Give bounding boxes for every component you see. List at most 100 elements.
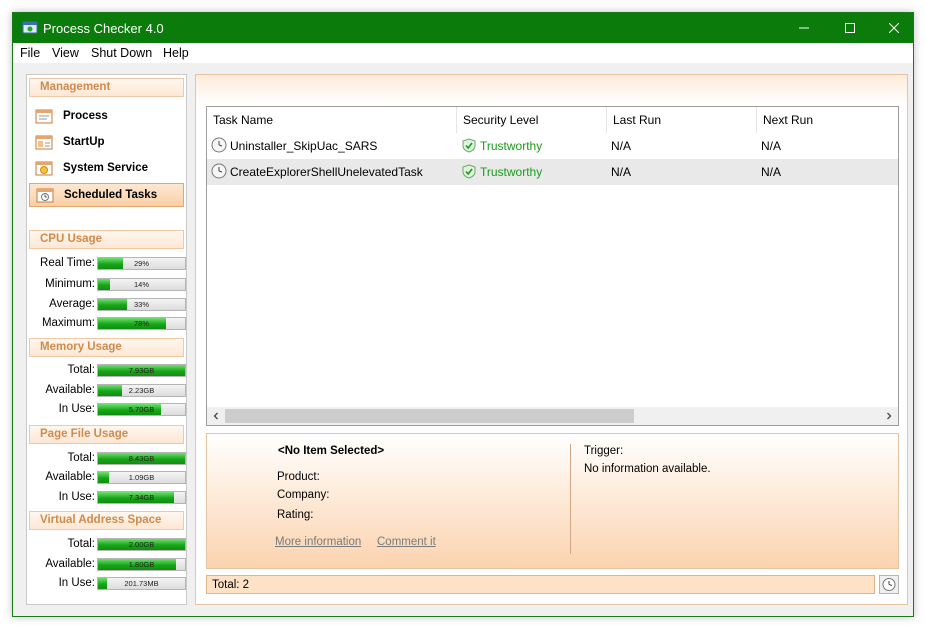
left-sidebar: Management Process StartUp System Servic… — [26, 74, 187, 605]
scroll-thumb[interactable] — [225, 409, 634, 423]
next-run: N/A — [761, 165, 782, 179]
progress-bar: 7.34GB — [97, 491, 186, 504]
nav-scheduled-tasks[interactable]: Scheduled Tasks — [29, 183, 184, 207]
stat-label: Average: — [49, 298, 95, 310]
nav-startup-label: StartUp — [63, 136, 105, 148]
cpu-minimum-row: Minimum: 14% — [27, 277, 186, 293]
menu-bar: File View Shut Down Help — [13, 43, 913, 63]
security-level: Trustworthy — [480, 139, 543, 153]
chevron-right-icon — [887, 412, 892, 420]
vas-available-row: Available: 1.80GB — [27, 557, 186, 573]
startup-icon — [35, 135, 53, 150]
cpu-average-row: Average: 33% — [27, 297, 186, 313]
memory-usage-header: Memory Usage — [29, 338, 184, 357]
minimize-icon — [799, 27, 809, 29]
progress-bar: 29% — [97, 257, 186, 270]
vas-total-row: Total: 2.00GB — [27, 537, 186, 553]
memory-available-row: Available: 2.23GB — [27, 383, 186, 399]
progress-bar: 33% — [97, 298, 186, 311]
progress-bar: 7.93GB — [97, 364, 186, 377]
stat-label: Real Time: — [40, 257, 95, 269]
scroll-left-button[interactable] — [207, 407, 225, 425]
horizontal-scrollbar[interactable] — [207, 407, 898, 425]
total-count: Total: 2 — [212, 579, 250, 591]
clock-icon — [211, 163, 227, 179]
page-file-usage-header: Page File Usage — [29, 425, 184, 444]
rating-label: Rating: — [277, 509, 314, 521]
menu-file[interactable]: File — [20, 46, 40, 60]
clock-icon — [211, 137, 227, 153]
stat-label: Total: — [67, 452, 96, 464]
security-level: Trustworthy — [480, 165, 543, 179]
stat-label: In Use: — [58, 491, 95, 503]
menu-view[interactable]: View — [52, 46, 79, 60]
progress-bar: 8.43GB — [97, 452, 186, 465]
stat-label: In Use: — [58, 403, 95, 415]
app-icon — [22, 21, 38, 34]
maximize-button[interactable] — [827, 13, 873, 43]
stat-label: Available: — [45, 471, 95, 483]
nav-scheduled-tasks-label: Scheduled Tasks — [64, 189, 158, 201]
stat-label: In Use: — [58, 577, 95, 589]
tasks-list[interactable]: Task Name Security Level Last Run Next R… — [206, 106, 899, 426]
last-run: N/A — [611, 139, 632, 153]
last-run: N/A — [611, 165, 632, 179]
menu-shut-down[interactable]: Shut Down — [91, 46, 152, 60]
stat-label: Minimum: — [45, 278, 95, 290]
nav-system-service[interactable]: System Service — [29, 157, 184, 181]
column-header-last-run[interactable]: Last Run — [607, 107, 757, 133]
trigger-label: Trigger: — [584, 445, 624, 457]
column-header-security-level[interactable]: Security Level — [457, 107, 607, 133]
maximize-icon — [845, 23, 855, 33]
nav-system-service-label: System Service — [63, 162, 149, 174]
status-bar: Total: 2 — [206, 575, 875, 594]
management-header: Management — [29, 78, 184, 97]
schedule-button[interactable] — [879, 575, 899, 594]
memory-in-use-row: In Use: 5.70GB — [27, 402, 186, 418]
pagefile-in-use-row: In Use: 7.34GB — [27, 490, 186, 506]
progress-bar: 1.09GB — [97, 471, 186, 484]
nav-startup[interactable]: StartUp — [29, 131, 184, 155]
progress-bar: 2.23GB — [97, 384, 186, 397]
divider — [570, 444, 571, 554]
minimize-button[interactable] — [781, 13, 827, 43]
product-label: Product: — [277, 471, 320, 483]
shield-icon — [462, 164, 476, 179]
table-row[interactable]: Uninstaller_SkipUac_SARS Trustworthy N/A… — [207, 133, 898, 159]
close-icon — [889, 23, 899, 33]
pagefile-available-row: Available: 1.09GB — [27, 470, 186, 486]
details-pane: <No Item Selected> Product: Company: Rat… — [206, 433, 899, 569]
memory-total-row: Total: 7.93GB — [27, 363, 186, 379]
menu-help[interactable]: Help — [163, 46, 189, 60]
progress-bar: 5.70GB — [97, 403, 186, 416]
column-header-task-name[interactable]: Task Name — [207, 107, 457, 133]
pagefile-total-row: Total: 8.43GB — [27, 451, 186, 467]
title-bar[interactable]: Process Checker 4.0 — [13, 13, 913, 43]
trigger-value: No information available. — [584, 463, 711, 475]
progress-bar: 1.80GB — [97, 558, 186, 571]
scheduled-tasks-icon — [36, 188, 54, 203]
stat-label: Available: — [45, 384, 95, 396]
system-service-icon — [35, 161, 53, 176]
clock-icon — [882, 578, 896, 591]
main-panel: Task Name Security Level Last Run Next R… — [195, 74, 908, 605]
comment-it-link[interactable]: Comment it — [377, 536, 436, 548]
nav-process[interactable]: Process — [29, 105, 184, 129]
progress-bar: 14% — [97, 278, 186, 291]
stat-label: Total: — [67, 364, 96, 376]
task-name: CreateExplorerShellUnelevatedTask — [230, 165, 423, 179]
vas-in-use-row: In Use: 201.73MB — [27, 576, 186, 592]
progress-bar: 2.00GB — [97, 538, 186, 551]
virtual-address-space-header: Virtual Address Space — [29, 511, 184, 530]
stat-label: Total: — [67, 538, 96, 550]
scroll-right-button[interactable] — [880, 407, 898, 425]
cpu-usage-header: CPU Usage — [29, 230, 184, 249]
more-information-link[interactable]: More information — [275, 536, 361, 548]
stat-label: Available: — [45, 558, 95, 570]
selected-item-title: <No Item Selected> — [278, 445, 385, 457]
window-title: Process Checker 4.0 — [43, 21, 164, 36]
column-header-next-run[interactable]: Next Run — [757, 107, 898, 133]
close-button[interactable] — [871, 13, 917, 43]
chevron-left-icon — [213, 412, 218, 420]
table-row[interactable]: CreateExplorerShellUnelevatedTask Trustw… — [207, 159, 898, 185]
